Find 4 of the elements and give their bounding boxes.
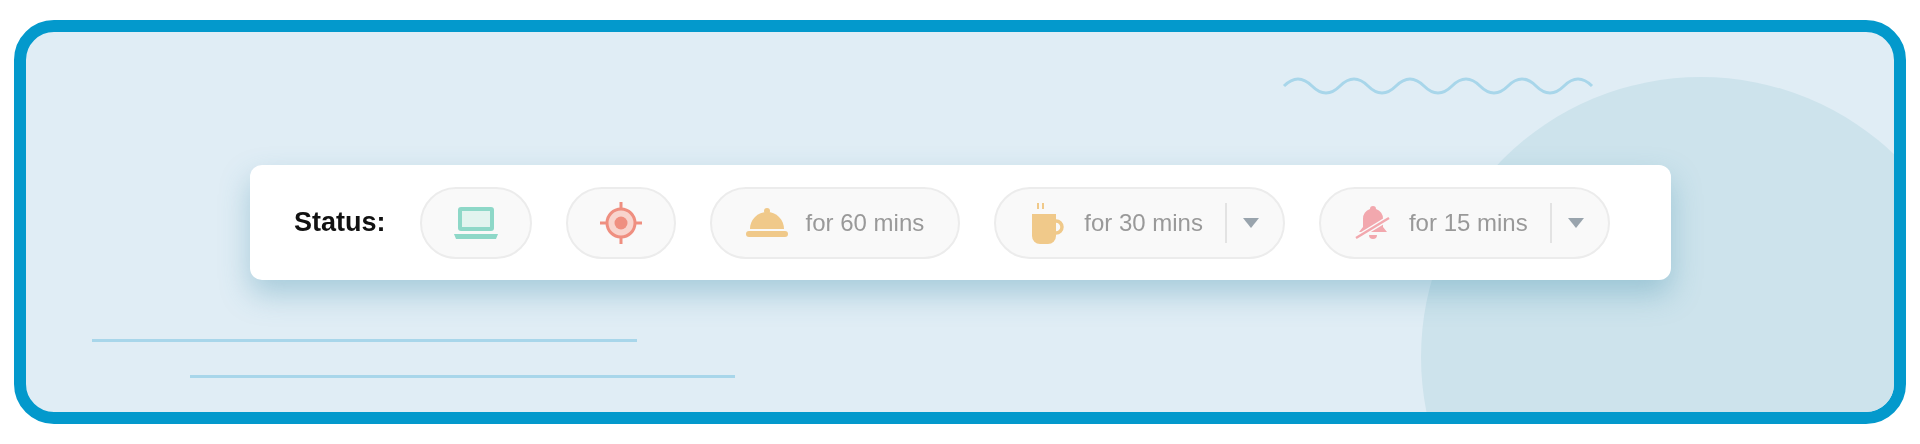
status-button[interactable]: for 30 mins (994, 186, 1285, 259)
status-label: Status: (294, 207, 386, 238)
status-button[interactable]: for 15 mins (1318, 186, 1610, 259)
status-button[interactable]: for 60 mins (709, 186, 961, 259)
